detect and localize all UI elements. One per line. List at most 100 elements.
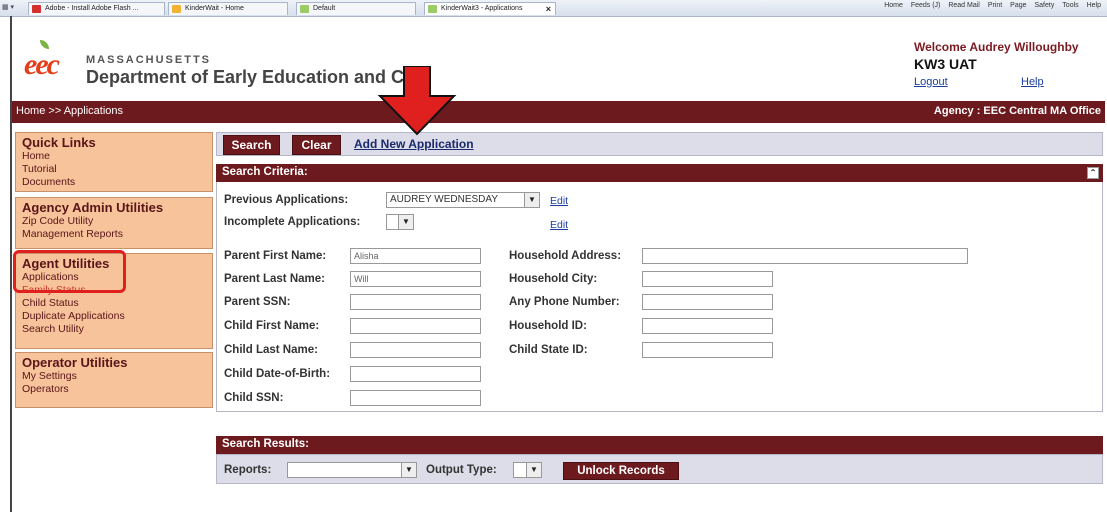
household-city-field[interactable] xyxy=(642,271,773,287)
parent-last-name-field[interactable]: Will xyxy=(350,271,481,287)
child-dob-label: Child Date-of-Birth: xyxy=(224,368,331,380)
welcome-message: Welcome Audrey Willoughby xyxy=(914,40,1079,54)
agent-utilities-panel: Agent Utilities Applications Family Stat… xyxy=(15,253,213,349)
quick-links-panel: Quick Links Home Tutorial Documents xyxy=(15,132,213,192)
collapse-icon[interactable]: ⌃ xyxy=(1087,167,1099,179)
add-new-application-link[interactable]: Add New Application xyxy=(354,137,474,151)
child-dob-field[interactable] xyxy=(350,366,481,382)
quick-links-heading: Quick Links xyxy=(22,135,96,150)
dropdown-arrow-icon[interactable]: ▼ xyxy=(526,463,541,477)
read-mail-command[interactable]: Read Mail xyxy=(948,2,980,9)
edit-incomplete-link[interactable]: Edit xyxy=(550,219,568,231)
tab-kinderwait-home[interactable]: KinderWait - Home xyxy=(168,2,288,15)
child-state-id-label: Child State ID: xyxy=(509,344,588,356)
dropdown-arrow-icon[interactable]: ▼ xyxy=(524,193,539,207)
eec-logo: eec xyxy=(24,40,74,84)
department-title: Department of Early Education and Ca xyxy=(86,67,415,87)
household-city-label: Household City: xyxy=(509,273,598,285)
reports-label: Reports: xyxy=(224,464,272,476)
panel-title: Search Criteria: xyxy=(222,166,308,178)
agency-label: Agency : EEC Central MA Office xyxy=(933,105,1101,117)
operator-utilities-heading: Operator Utilities xyxy=(22,355,128,370)
child-ssn-field[interactable] xyxy=(350,390,481,406)
close-tab-icon[interactable]: × xyxy=(546,3,551,15)
logo-text: eec xyxy=(24,48,60,81)
any-phone-label: Any Phone Number: xyxy=(509,296,620,308)
agency-admin-heading: Agency Admin Utilities xyxy=(22,200,164,215)
parent-ssn-label: Parent SSN: xyxy=(224,296,291,308)
command-bar: Home Feeds (J) Read Mail Print Page Safe… xyxy=(878,2,1101,9)
operator-utilities-panel: Operator Utilities My Settings Operators xyxy=(15,352,213,408)
environment-label: KW3 UAT xyxy=(914,56,977,72)
sidebar-item-search-utility[interactable]: Search Utility xyxy=(16,323,212,336)
tab-adobe[interactable]: Adobe - Install Adobe Flash ... xyxy=(28,2,165,15)
search-button[interactable]: Search xyxy=(223,135,280,155)
help-command[interactable]: Help xyxy=(1087,2,1101,9)
safety-command[interactable]: Safety xyxy=(1034,2,1054,9)
agency-admin-panel: Agency Admin Utilities Zip Code Utility … xyxy=(15,197,213,249)
incomplete-applications-label: Incomplete Applications: xyxy=(224,216,361,228)
print-command[interactable]: Print xyxy=(988,2,1002,9)
reports-select[interactable]: ▼ xyxy=(287,462,417,478)
child-last-name-field[interactable] xyxy=(350,342,481,358)
edit-previous-link[interactable]: Edit xyxy=(550,195,568,207)
any-phone-field[interactable] xyxy=(642,294,773,310)
page-icon xyxy=(428,5,437,13)
dropdown-arrow-icon[interactable]: ▼ xyxy=(401,463,416,477)
parent-last-name-label: Parent Last Name: xyxy=(224,273,325,285)
browser-tab-bar: ▦ ▾ Adobe - Install Adobe Flash ... Kind… xyxy=(0,0,1107,17)
annotation-arrow-icon xyxy=(377,66,457,136)
sidebar-item-family-status[interactable]: Family Status xyxy=(16,284,212,297)
sidebar-item-child-status[interactable]: Child Status xyxy=(16,297,212,310)
selected-value: AUDREY WEDNESDAY xyxy=(390,194,498,205)
child-first-name-label: Child First Name: xyxy=(224,320,320,332)
agent-utilities-heading: Agent Utilities xyxy=(22,256,110,271)
tools-command[interactable]: Tools xyxy=(1062,2,1078,9)
sidebar-item-management-reports[interactable]: Management Reports xyxy=(16,228,212,241)
output-type-select[interactable]: ▼ xyxy=(513,462,542,478)
parent-first-name-field[interactable]: Alisha xyxy=(350,248,481,264)
sidebar-item-operators[interactable]: Operators xyxy=(16,383,212,396)
sidebar-item-duplicate-applications[interactable]: Duplicate Applications xyxy=(16,310,212,323)
tab-label: Default xyxy=(313,5,336,12)
previous-applications-select[interactable]: AUDREY WEDNESDAY ▼ xyxy=(386,192,540,208)
tab-list-icon[interactable]: ▦ ▾ xyxy=(2,3,14,11)
sidebar-item-documents[interactable]: Documents xyxy=(16,176,212,189)
tab-label: KinderWait - Home xyxy=(185,5,244,12)
child-last-name-label: Child Last Name: xyxy=(224,344,318,356)
child-state-id-field[interactable] xyxy=(642,342,773,358)
help-link[interactable]: Help xyxy=(1021,76,1044,88)
tab-default[interactable]: Default xyxy=(296,2,416,15)
feeds-command[interactable]: Feeds (J) xyxy=(911,2,941,9)
household-address-field[interactable] xyxy=(642,248,968,264)
child-ssn-label: Child SSN: xyxy=(224,392,284,404)
dropdown-arrow-icon[interactable]: ▼ xyxy=(398,215,413,229)
tab-label: Adobe - Install Adobe Flash ... xyxy=(45,5,139,12)
output-type-label: Output Type: xyxy=(426,464,497,476)
sidebar-item-zip-code[interactable]: Zip Code Utility xyxy=(16,215,212,228)
search-results-header: Search Results: xyxy=(216,436,1103,454)
breadcrumb[interactable]: Home >> Applications xyxy=(16,105,123,117)
page-icon xyxy=(300,5,309,13)
tab-label: KinderWait3 - Applications xyxy=(441,5,523,12)
incomplete-applications-select[interactable]: ▼ xyxy=(386,214,414,230)
logout-link[interactable]: Logout xyxy=(914,76,948,88)
parent-ssn-field[interactable] xyxy=(350,294,481,310)
tab-applications[interactable]: KinderWait3 - Applications × xyxy=(424,2,556,15)
sidebar-item-applications[interactable]: Applications xyxy=(16,271,212,284)
child-first-name-field[interactable] xyxy=(350,318,481,334)
household-id-label: Household ID: xyxy=(509,320,587,332)
page-command[interactable]: Page xyxy=(1010,2,1026,9)
search-criteria-header: Search Criteria: ⌃ xyxy=(216,164,1103,182)
home-command[interactable]: Home xyxy=(884,2,903,9)
sidebar-item-tutorial[interactable]: Tutorial xyxy=(16,163,212,176)
sidebar-item-home[interactable]: Home xyxy=(16,150,212,163)
household-id-field[interactable] xyxy=(642,318,773,334)
household-address-label: Household Address: xyxy=(509,250,622,262)
unlock-records-button[interactable]: Unlock Records xyxy=(563,462,679,480)
breadcrumb-bar: Home >> Applications Agency : EEC Centra… xyxy=(12,101,1105,123)
parent-first-name-label: Parent First Name: xyxy=(224,250,327,262)
sidebar-item-my-settings[interactable]: My Settings xyxy=(16,370,212,383)
previous-applications-label: Previous Applications: xyxy=(224,194,349,206)
clear-button[interactable]: Clear xyxy=(292,135,341,155)
